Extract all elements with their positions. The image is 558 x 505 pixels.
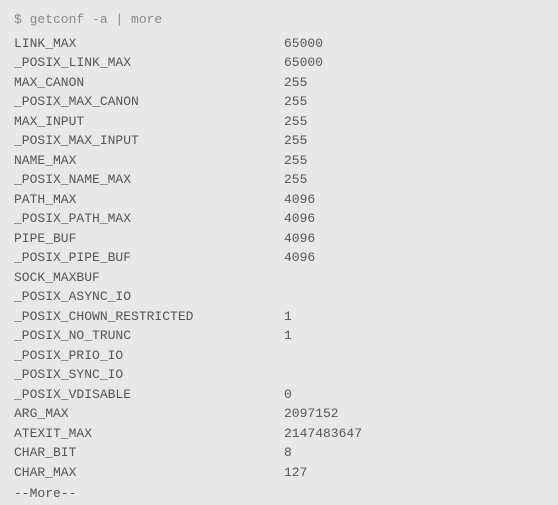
config-value: 1: [284, 307, 544, 327]
config-name: NAME_MAX: [14, 151, 284, 171]
config-value: 4096: [284, 209, 544, 229]
output-row: _POSIX_SYNC_IO: [14, 365, 544, 385]
config-name: MAX_INPUT: [14, 112, 284, 132]
config-name: _POSIX_PIPE_BUF: [14, 248, 284, 268]
config-name: LINK_MAX: [14, 34, 284, 54]
config-value: 4096: [284, 190, 544, 210]
output-row: PATH_MAX4096: [14, 190, 544, 210]
config-name: ARG_MAX: [14, 404, 284, 424]
output-row: _POSIX_NO_TRUNC1: [14, 326, 544, 346]
command-line: $ getconf -a | more: [14, 10, 544, 30]
config-value: 4096: [284, 229, 544, 249]
config-value: 65000: [284, 34, 544, 54]
config-name: _POSIX_MAX_INPUT: [14, 131, 284, 151]
output-row: MAX_CANON255: [14, 73, 544, 93]
output-row: _POSIX_PATH_MAX4096: [14, 209, 544, 229]
config-name: PIPE_BUF: [14, 229, 284, 249]
config-value: 255: [284, 73, 544, 93]
config-name: MAX_CANON: [14, 73, 284, 93]
config-name: CHAR_MAX: [14, 463, 284, 483]
config-name: PATH_MAX: [14, 190, 284, 210]
config-value: 255: [284, 92, 544, 112]
output-row: MAX_INPUT255: [14, 112, 544, 132]
config-value: 4096: [284, 248, 544, 268]
output-row: _POSIX_PIPE_BUF4096: [14, 248, 544, 268]
config-name: _POSIX_VDISABLE: [14, 385, 284, 405]
output-row: ARG_MAX2097152: [14, 404, 544, 424]
config-value: 255: [284, 170, 544, 190]
config-value: 255: [284, 151, 544, 171]
config-name: _POSIX_NO_TRUNC: [14, 326, 284, 346]
config-value: [284, 346, 544, 366]
config-name: CHAR_BIT: [14, 443, 284, 463]
config-name: _POSIX_NAME_MAX: [14, 170, 284, 190]
config-value: 0: [284, 385, 544, 405]
config-value: 2097152: [284, 404, 544, 424]
config-value: [284, 287, 544, 307]
config-name: ATEXIT_MAX: [14, 424, 284, 444]
config-name: _POSIX_SYNC_IO: [14, 365, 284, 385]
output-row: _POSIX_PRIO_IO: [14, 346, 544, 366]
config-name: _POSIX_LINK_MAX: [14, 53, 284, 73]
output-row: ATEXIT_MAX2147483647: [14, 424, 544, 444]
config-value: [284, 365, 544, 385]
output-row: SOCK_MAXBUF: [14, 268, 544, 288]
config-name: _POSIX_MAX_CANON: [14, 92, 284, 112]
output-row: LINK_MAX65000: [14, 34, 544, 54]
config-name: _POSIX_PATH_MAX: [14, 209, 284, 229]
output-row: _POSIX_CHOWN_RESTRICTED1: [14, 307, 544, 327]
config-value: 255: [284, 112, 544, 132]
terminal-output: LINK_MAX65000_POSIX_LINK_MAX65000MAX_CAN…: [14, 34, 544, 483]
output-row: NAME_MAX255: [14, 151, 544, 171]
config-name: _POSIX_ASYNC_IO: [14, 287, 284, 307]
output-row: _POSIX_MAX_INPUT255: [14, 131, 544, 151]
output-row: _POSIX_LINK_MAX65000: [14, 53, 544, 73]
config-value: 255: [284, 131, 544, 151]
config-value: 65000: [284, 53, 544, 73]
config-value: 8: [284, 443, 544, 463]
output-row: CHAR_BIT8: [14, 443, 544, 463]
output-row: _POSIX_NAME_MAX255: [14, 170, 544, 190]
output-row: CHAR_MAX127: [14, 463, 544, 483]
config-value: 1: [284, 326, 544, 346]
config-name: _POSIX_CHOWN_RESTRICTED: [14, 307, 284, 327]
config-value: [284, 268, 544, 288]
config-value: 2147483647: [284, 424, 544, 444]
output-row: _POSIX_MAX_CANON255: [14, 92, 544, 112]
config-name: SOCK_MAXBUF: [14, 268, 284, 288]
config-name: _POSIX_PRIO_IO: [14, 346, 284, 366]
more-prompt[interactable]: --More--: [14, 484, 544, 504]
config-value: 127: [284, 463, 544, 483]
output-row: _POSIX_ASYNC_IO: [14, 287, 544, 307]
output-row: PIPE_BUF4096: [14, 229, 544, 249]
output-row: _POSIX_VDISABLE0: [14, 385, 544, 405]
